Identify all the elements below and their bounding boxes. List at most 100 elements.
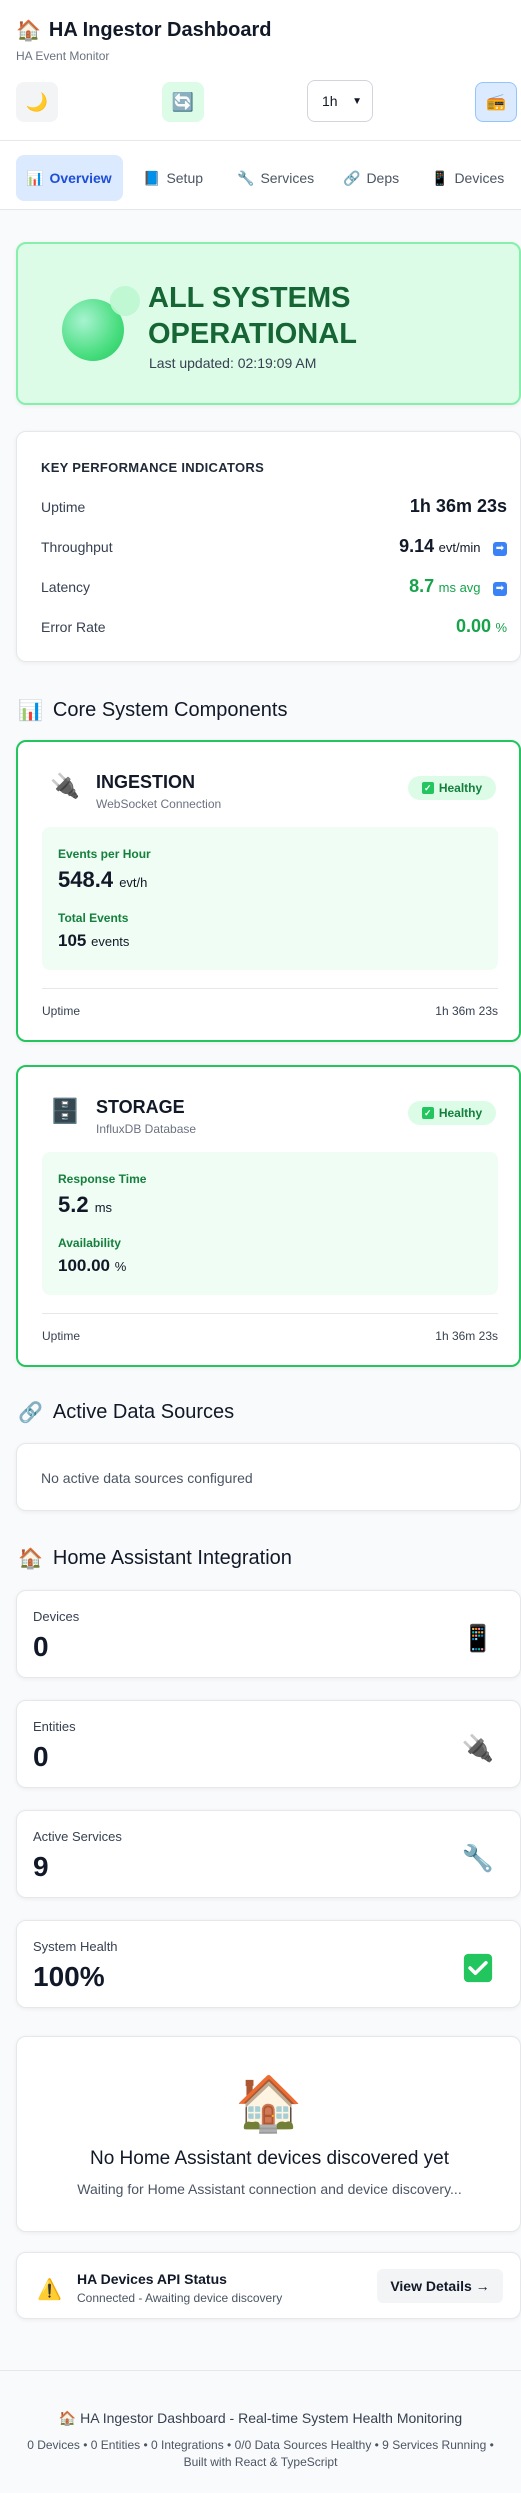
app-subtitle: HA Event Monitor	[16, 49, 110, 63]
house-icon: 🏠	[58, 2410, 77, 2426]
last-updated: Last updated: 02:19:09 AM	[149, 355, 317, 371]
system-status-text: ALL SYSTEMS OPERATIONAL	[148, 282, 357, 350]
section-title-text: Active Data Sources	[52, 1401, 235, 1423]
house-icon: 🏠	[18, 1548, 43, 1570]
moon-icon: 🌙	[25, 91, 49, 112]
stat-label: System Health	[33, 1939, 118, 1954]
kpi-label: Uptime	[41, 499, 86, 515]
ingestion-card[interactable]: 🔌 INGESTION WebSocket Connection ✓ Healt…	[16, 740, 521, 1042]
stat-card-services: Active Services 9 🔧	[16, 1810, 521, 1898]
ha-integration-heading: 🏠 Home Assistant Integration	[18, 1546, 292, 1571]
kpi-unit: ms avg	[438, 580, 481, 595]
tab-overview[interactable]: 📊 Overview	[16, 155, 123, 201]
app-title: 🏠 HA Ingestor Dashboard	[16, 18, 272, 43]
phone-icon: 📱	[461, 1622, 495, 1653]
tab-setup[interactable]: 📘 Setup	[133, 155, 217, 201]
badge-label: Healthy	[438, 1106, 483, 1120]
metric-value: 100.00 %	[58, 1256, 126, 1276]
kpi-error-value-group: 0.00 %	[456, 616, 507, 637]
tab-label: Deps	[366, 170, 400, 186]
nav-tabs: 📊 Overview 📘 Setup 🔧 Services 🔗 Deps 📱 Device…	[0, 141, 521, 210]
stat-value: 100%	[33, 1961, 105, 1992]
device-icon: 📱	[431, 169, 449, 186]
metric-unit: %	[114, 1259, 127, 1274]
link-icon: 🔗	[18, 1402, 43, 1424]
check-icon	[463, 1951, 493, 1985]
footer-title: 🏠 HA Ingestor Dashboard - Real-time Syst…	[0, 2410, 521, 2427]
tab-label: Devices	[454, 170, 505, 186]
refresh-button[interactable]: 🔄	[162, 82, 204, 122]
trend-right-icon: ➡	[493, 582, 507, 596]
no-devices-card: 🏠 No Home Assistant devices discovered y…	[16, 2036, 521, 2232]
footer-title-text: HA Ingestor Dashboard - Real-time System…	[80, 2410, 463, 2426]
kpi-label: Latency	[41, 579, 91, 595]
api-status-subtitle: Connected - Awaiting device discovery	[77, 2291, 283, 2305]
system-status-hero: ALL SYSTEMS OPERATIONAL Last updated: 02…	[16, 242, 521, 405]
warning-icon: ⚠️	[37, 2279, 62, 2301]
view-details-button[interactable]: View Details →	[377, 2269, 503, 2303]
wrench-icon: 🔧	[461, 1842, 495, 1873]
component-subtitle: WebSocket Connection	[96, 797, 222, 811]
storage-card[interactable]: 🗄️ STORAGE InfluxDB Database ✓ Healthy R…	[16, 1065, 521, 1367]
kpi-card: KEY PERFORMANCE INDICATORS Uptime 1h 36m…	[16, 431, 521, 662]
section-title-text: Home Assistant Integration	[52, 1547, 292, 1569]
metric-label: Availability	[58, 1236, 121, 1250]
section-title-text: Core System Components	[52, 699, 288, 721]
link-icon: 🔗	[343, 169, 361, 186]
metric-label: Total Events	[58, 911, 129, 925]
tab-devices[interactable]: 📱 Devices	[421, 155, 513, 201]
badge-label: Healthy	[438, 781, 483, 795]
metric-number: 105	[58, 931, 87, 950]
metric-label: Events per Hour	[58, 847, 151, 861]
stat-value: 9	[33, 1851, 49, 1882]
metric-value: 5.2 ms	[58, 1192, 112, 1218]
tab-services[interactable]: 🔧 Services	[227, 155, 329, 201]
stat-value: 0	[33, 1741, 49, 1772]
component-name: INGESTION	[96, 772, 196, 792]
time-range-value: 1h	[322, 93, 338, 109]
api-status-card: ⚠️ HA Devices API Status Connected - Awa…	[16, 2252, 521, 2319]
kpi-latency-row: Latency 8.7 ms avg ➡	[41, 576, 507, 597]
uptime-value: 1h 36m 23s	[435, 1329, 498, 1343]
stat-label: Devices	[33, 1609, 80, 1624]
component-name: STORAGE	[96, 1097, 185, 1117]
status-badge: ✓ Healthy	[408, 1101, 496, 1125]
theme-toggle-button[interactable]: 🌙	[16, 82, 58, 122]
tab-deps[interactable]: 🔗 Deps	[333, 155, 407, 201]
metric-value: 105 events	[58, 931, 129, 951]
wrench-icon: 🔧	[237, 169, 255, 186]
kpi-label: Error Rate	[41, 619, 106, 635]
metric-number: 548.4	[58, 867, 114, 892]
time-range-select[interactable]: 1h ▼	[307, 80, 373, 122]
trend-right-icon: ➡	[493, 542, 507, 556]
kpi-error-value: 0.00	[455, 616, 491, 636]
kpi-throughput-value: 9.14	[399, 536, 435, 556]
kpi-title: KEY PERFORMANCE INDICATORS	[41, 460, 265, 475]
footer-stats: 0 Devices • 0 Entities • 0 Integrations …	[27, 2438, 494, 2469]
kpi-latency-value-group: 8.7 ms avg ➡	[409, 576, 507, 597]
chart-icon: 📊	[18, 700, 43, 722]
kpi-throughput-value-group: 9.14 evt/min ➡	[399, 536, 507, 557]
tab-label: Services	[260, 170, 315, 186]
kpi-throughput-row: Throughput 9.14 evt/min ➡	[41, 536, 507, 557]
kpi-label: Throughput	[41, 539, 113, 555]
metric-unit: evt/h	[119, 875, 148, 890]
api-status-title: HA Devices API Status	[77, 2271, 227, 2287]
book-icon: 📘	[143, 169, 161, 186]
house-icon: 🏠	[16, 20, 41, 42]
no-devices-subtitle: Waiting for Home Assistant connection an…	[77, 2181, 462, 2197]
kpi-unit: %	[495, 620, 507, 635]
app-title-text: HA Ingestor Dashboard	[48, 19, 272, 41]
uptime-value: 1h 36m 23s	[435, 1004, 498, 1018]
stat-card-devices: Devices 0 📱	[16, 1590, 521, 1678]
tab-label: Overview	[49, 170, 112, 186]
data-sources-card: No active data sources configured	[16, 1443, 521, 1511]
stat-label: Entities	[33, 1719, 76, 1734]
status-badge: ✓ Healthy	[408, 776, 496, 800]
divider	[42, 988, 498, 989]
radio-button[interactable]: 📻	[475, 82, 517, 122]
kpi-error-row: Error Rate 0.00 %	[41, 616, 507, 637]
uptime-label: Uptime	[42, 1329, 81, 1343]
database-icon: 🗄️	[50, 1098, 80, 1125]
tab-label: Setup	[166, 170, 204, 186]
